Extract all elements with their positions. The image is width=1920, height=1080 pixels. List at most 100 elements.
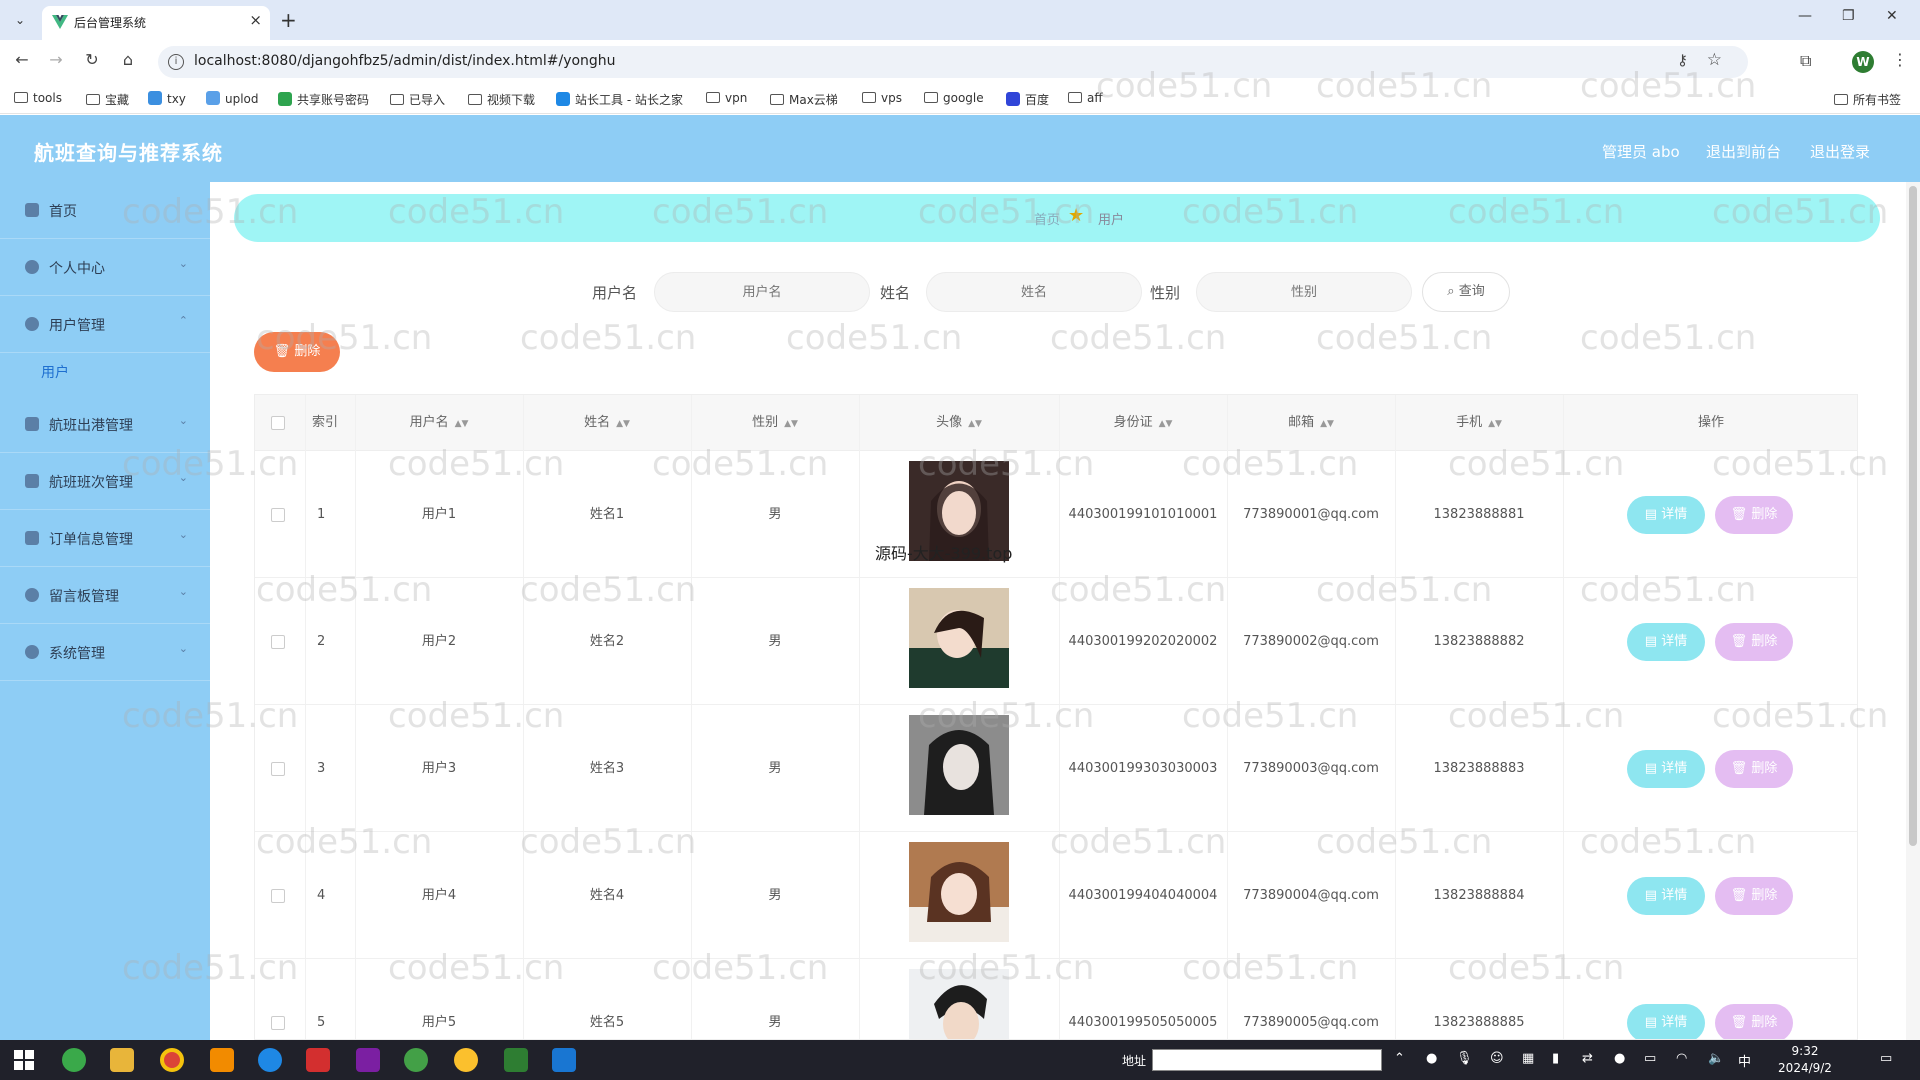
- windows-start-icon[interactable]: [14, 1050, 34, 1070]
- jetbrains-icon[interactable]: [356, 1048, 380, 1072]
- browser-menu-icon[interactable]: ⋮: [1892, 50, 1908, 69]
- sublime-icon[interactable]: [210, 1048, 234, 1072]
- tray-wechat-icon[interactable]: ●: [1614, 1051, 1625, 1066]
- forward-icon[interactable]: →: [44, 50, 68, 69]
- logout-link[interactable]: 退出登录: [1810, 141, 1870, 162]
- header-avatar[interactable]: 头像 ▲▼: [859, 395, 1059, 451]
- header-email[interactable]: 邮箱 ▲▼: [1227, 395, 1395, 451]
- row-checkbox[interactable]: [271, 889, 285, 903]
- sidebar-item-flight-schedule[interactable]: 航班班次管理 ⌄: [0, 453, 210, 510]
- chrome-icon[interactable]: [160, 1048, 184, 1072]
- row-delete-button[interactable]: 🗑 删除: [1715, 1004, 1793, 1039]
- url-field[interactable]: i localhost:8080/djangohfbz5/admin/dist/…: [158, 46, 1748, 78]
- tray-sync-icon[interactable]: ⇄: [1582, 1051, 1593, 1066]
- pycharm-icon[interactable]: [504, 1048, 528, 1072]
- extensions-icon[interactable]: ⧉: [1800, 51, 1811, 71]
- all-bookmarks[interactable]: 所有书签: [1834, 91, 1901, 108]
- bookmark-txy[interactable]: txy: [148, 91, 186, 106]
- detail-button[interactable]: ▤ 详情: [1627, 496, 1705, 534]
- bookmark-video-download[interactable]: 视频下载: [468, 91, 535, 108]
- sidebar-item-system-management[interactable]: 系统管理 ⌄: [0, 624, 210, 681]
- row-checkbox[interactable]: [271, 635, 285, 649]
- search-button[interactable]: ⌕ 查询: [1422, 272, 1510, 312]
- bookmark-baozang[interactable]: 宝藏: [86, 91, 129, 108]
- bookmark-google[interactable]: google: [924, 91, 984, 105]
- password-key-icon[interactable]: ⚷: [1677, 51, 1688, 69]
- header-username[interactable]: 用户名 ▲▼: [355, 395, 523, 451]
- bookmark-vpn[interactable]: vpn: [706, 91, 747, 105]
- bookmark-tools[interactable]: tools: [14, 91, 62, 105]
- row-delete-button[interactable]: 🗑 删除: [1715, 496, 1793, 534]
- username-input[interactable]: [654, 272, 870, 312]
- tab-close-icon[interactable]: ×: [249, 11, 262, 29]
- wechat-icon[interactable]: [404, 1048, 428, 1072]
- header-phone[interactable]: 手机 ▲▼: [1395, 395, 1563, 451]
- admin-user-link[interactable]: 管理员 abo: [1602, 141, 1680, 162]
- tray-network-icon[interactable]: ▦: [1522, 1051, 1534, 1066]
- microphone-icon[interactable]: 🎙: [1456, 1051, 1473, 1066]
- ime-indicator[interactable]: 中: [1738, 1051, 1751, 1070]
- gender-input[interactable]: [1196, 272, 1412, 312]
- app-green-icon[interactable]: [62, 1048, 86, 1072]
- bookmark-aff[interactable]: aff: [1068, 91, 1103, 105]
- reload-icon[interactable]: ↻: [80, 50, 104, 69]
- bookmark-uplod[interactable]: uplod: [206, 91, 259, 106]
- file-explorer-icon[interactable]: [110, 1048, 134, 1072]
- sidebar-item-departure-management[interactable]: 航班出港管理 ⌄: [0, 396, 210, 453]
- volume-icon[interactable]: 🔈: [1708, 1051, 1724, 1066]
- back-to-frontend-link[interactable]: 退出到前台: [1706, 141, 1781, 162]
- tray-monitor-icon[interactable]: ▮: [1552, 1051, 1559, 1066]
- browser-tab[interactable]: 后台管理系统 ×: [42, 6, 270, 40]
- detail-button[interactable]: ▤ 详情: [1627, 877, 1705, 915]
- bookmark-shared-accounts[interactable]: 共享账号密码: [278, 91, 369, 108]
- tray-chevron-icon[interactable]: ⌃: [1394, 1051, 1405, 1066]
- home-icon[interactable]: ⌂: [116, 50, 140, 69]
- profile-avatar[interactable]: W: [1852, 51, 1874, 73]
- header-id-card[interactable]: 身份证 ▲▼: [1059, 395, 1227, 451]
- site-info-icon[interactable]: i: [168, 54, 184, 70]
- edge-icon[interactable]: [258, 1048, 282, 1072]
- bookmark-baidu[interactable]: 百度: [1006, 91, 1049, 108]
- bookmark-star-icon[interactable]: ☆: [1707, 50, 1722, 70]
- back-icon[interactable]: ←: [10, 50, 34, 69]
- header-name[interactable]: 姓名 ▲▼: [523, 395, 691, 451]
- bookmark-imported[interactable]: 已导入: [390, 91, 445, 108]
- header-gender[interactable]: 性别 ▲▼: [691, 395, 859, 451]
- detail-button[interactable]: ▤ 详情: [1627, 750, 1705, 788]
- wps-icon[interactable]: [306, 1048, 330, 1072]
- row-delete-button[interactable]: 🗑 删除: [1715, 623, 1793, 661]
- app-blue-icon[interactable]: [552, 1048, 576, 1072]
- bookmark-chinaz[interactable]: 站长工具 - 站长之家: [556, 91, 683, 108]
- wifi-icon[interactable]: ◠: [1676, 1051, 1687, 1066]
- sidebar-item-personal-center[interactable]: 个人中心 ⌄: [0, 239, 210, 296]
- bookmark-max[interactable]: Max云梯: [770, 91, 838, 108]
- sidebar-item-user-management[interactable]: 用户管理 ⌃: [0, 296, 210, 353]
- battery-icon[interactable]: ▭: [1644, 1051, 1656, 1066]
- select-all-checkbox[interactable]: [271, 416, 285, 430]
- sidebar-item-home[interactable]: 首页: [0, 182, 210, 239]
- new-tab-icon[interactable]: +: [280, 8, 297, 32]
- breadcrumb-home[interactable]: 首页: [1034, 209, 1060, 228]
- name-input[interactable]: [926, 272, 1142, 312]
- batch-delete-button[interactable]: 🗑 删除: [254, 332, 340, 372]
- tray-user-icon[interactable]: ☺: [1490, 1051, 1504, 1066]
- scrollbar-thumb[interactable]: [1909, 186, 1917, 846]
- row-checkbox[interactable]: [271, 508, 285, 522]
- detail-button[interactable]: ▤ 详情: [1627, 1004, 1705, 1039]
- notification-icon[interactable]: ▭: [1880, 1051, 1892, 1066]
- row-checkbox[interactable]: [271, 762, 285, 776]
- restore-icon[interactable]: ❐: [1842, 8, 1855, 24]
- taskbar-clock[interactable]: 9:32 2024/9/2: [1760, 1043, 1850, 1077]
- row-checkbox[interactable]: [271, 1016, 285, 1030]
- bookmark-vps[interactable]: vps: [862, 91, 902, 105]
- row-delete-button[interactable]: 🗑 删除: [1715, 877, 1793, 915]
- tray-app-icon[interactable]: ●: [1426, 1051, 1437, 1066]
- sidebar-item-message-board[interactable]: 留言板管理 ⌄: [0, 567, 210, 624]
- close-window-icon[interactable]: ✕: [1886, 8, 1898, 24]
- sidebar-item-order-management[interactable]: 订单信息管理 ⌄: [0, 510, 210, 567]
- sidebar-subitem-user[interactable]: 用户: [0, 348, 210, 396]
- detail-button[interactable]: ▤ 详情: [1627, 623, 1705, 661]
- app-yellow-icon[interactable]: [454, 1048, 478, 1072]
- taskbar-address-field[interactable]: [1152, 1049, 1382, 1071]
- minimize-icon[interactable]: —: [1798, 8, 1812, 24]
